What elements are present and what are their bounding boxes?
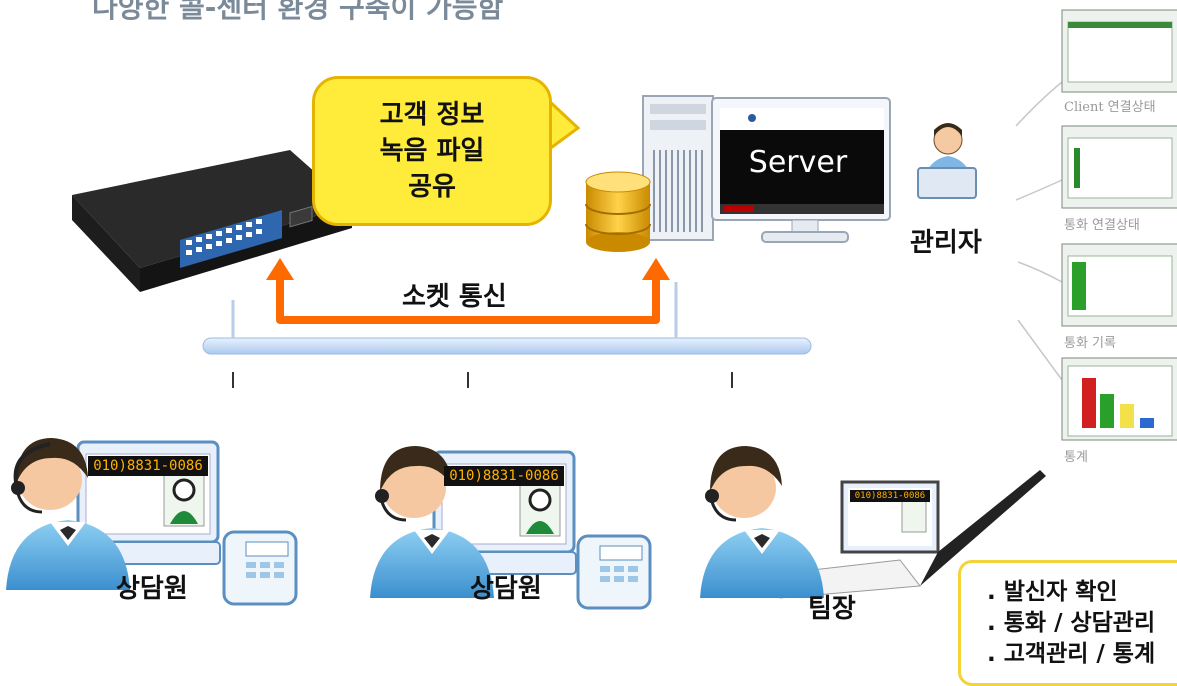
admin-label: 관리자 bbox=[910, 228, 982, 258]
feature-item: . 고객관리 / 통계 bbox=[987, 641, 1156, 667]
server-tower bbox=[642, 95, 714, 241]
admin-icon bbox=[917, 123, 977, 199]
feature-item: . 통화 / 상담관리 bbox=[987, 610, 1156, 636]
bubble-line-3: 공유 bbox=[408, 172, 456, 202]
socket-label: 소켓 통신 bbox=[402, 282, 507, 312]
caption-statistics: 통계 bbox=[1064, 450, 1088, 465]
leader-label: 팀장 bbox=[808, 594, 856, 624]
caption-client-status: Client 연결상태 bbox=[1064, 100, 1156, 115]
caption-call-log: 통화 기록 bbox=[1064, 336, 1116, 351]
pbx-switch bbox=[72, 150, 352, 292]
network-bus bbox=[202, 337, 812, 355]
agent-1-phone: 010)8831-0086 bbox=[88, 456, 208, 476]
database-icon bbox=[585, 171, 651, 252]
caption-call-status: 통화 연결상태 bbox=[1064, 218, 1140, 233]
agent-2-phone: 010)8831-0086 bbox=[444, 466, 564, 486]
server-label: Server bbox=[748, 145, 848, 180]
bubble-line-1: 고객 정보 bbox=[379, 100, 485, 130]
feature-list: . 발신자 확인 . 통화 / 상담관리 . 고객관리 / 통계 bbox=[958, 560, 1177, 686]
agent-1-label: 상담원 bbox=[116, 574, 188, 604]
bubble-line-2: 녹음 파일 bbox=[379, 136, 485, 166]
info-bubble: 고객 정보 녹음 파일 공유 bbox=[312, 76, 552, 226]
leader-phone: 010)8831-0086 bbox=[850, 490, 930, 502]
agent-2-label: 상담원 bbox=[470, 574, 542, 604]
feature-item: . 발신자 확인 bbox=[987, 579, 1118, 605]
